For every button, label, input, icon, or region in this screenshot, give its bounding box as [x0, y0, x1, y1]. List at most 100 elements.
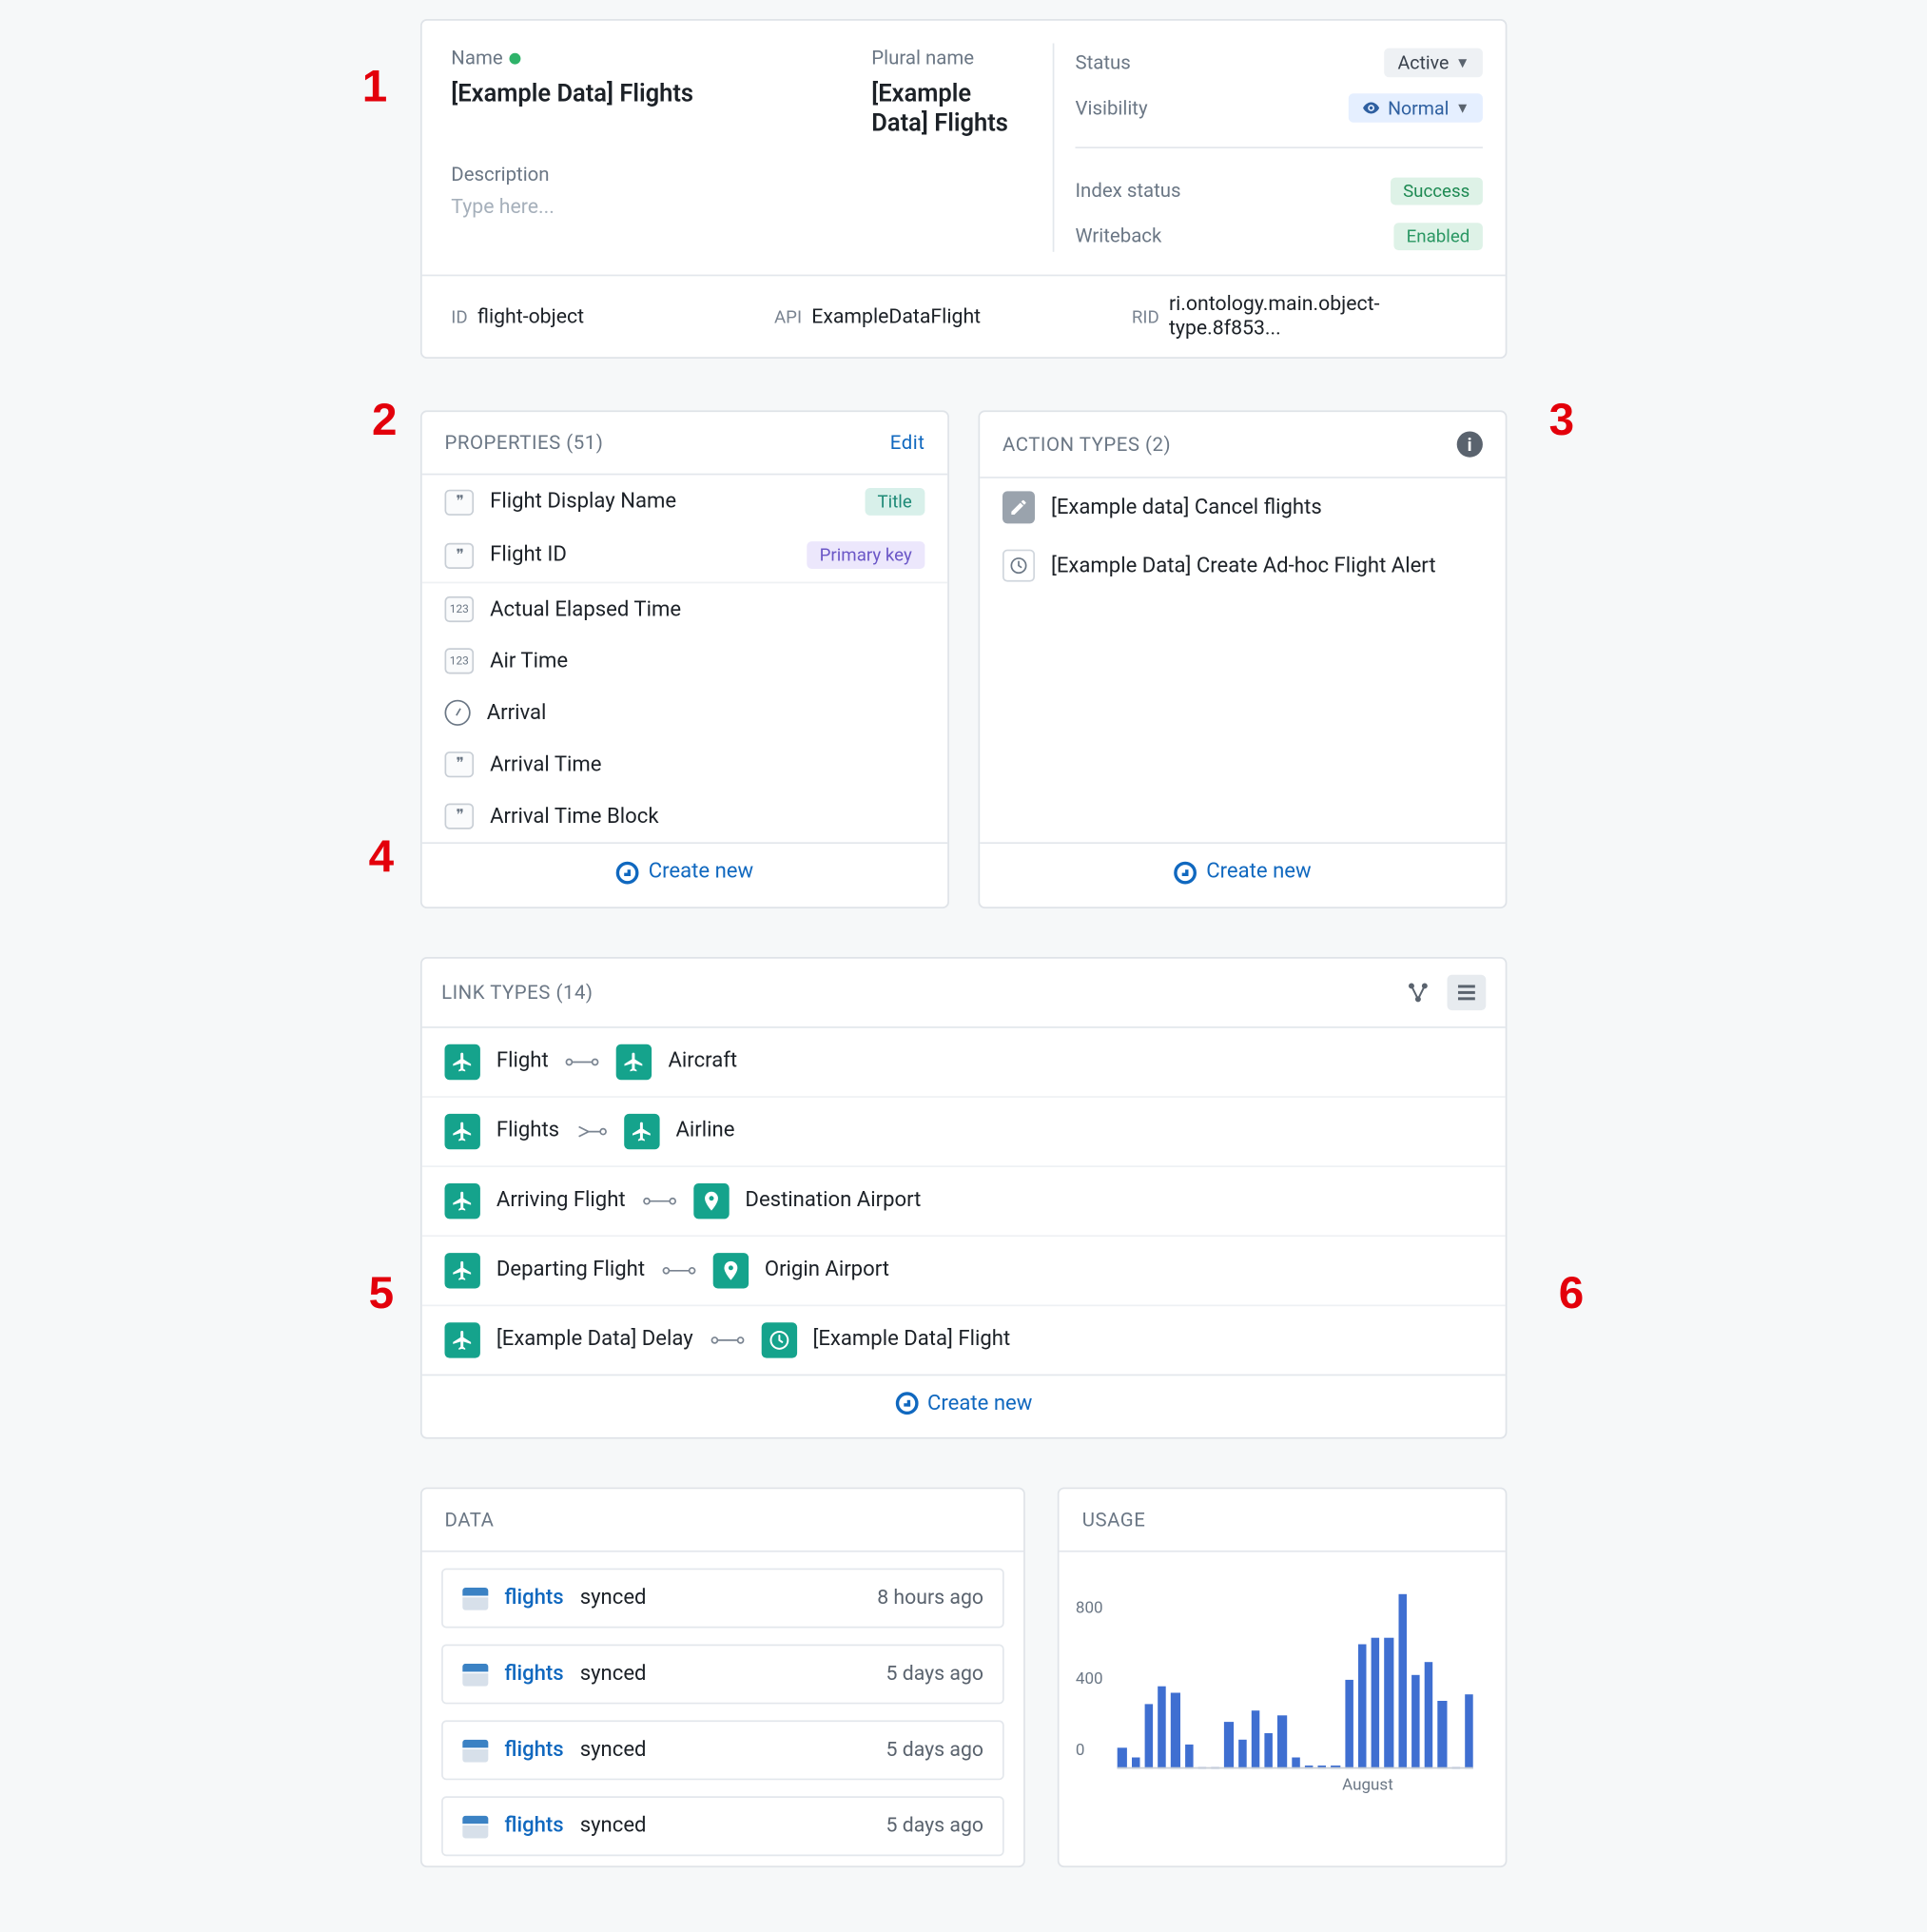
visibility-label: Visibility — [1076, 97, 1148, 120]
data-sync-row[interactable]: flights synced 8 hours ago — [441, 1569, 1004, 1629]
view-list-button[interactable] — [1448, 974, 1487, 1009]
api-value[interactable]: ExampleDataFlight — [811, 304, 981, 329]
plural-label: Plural name — [871, 47, 1023, 69]
visibility-dropdown[interactable]: Normal▼ — [1349, 93, 1483, 123]
number-type-icon: 123 — [445, 648, 475, 673]
usage-bar — [1372, 1637, 1380, 1768]
y-tick: 400 — [1076, 1671, 1103, 1689]
link-cardinality-icon — [565, 1053, 600, 1069]
property-label: Flight ID — [490, 543, 567, 568]
plane-icon — [616, 1044, 652, 1079]
link-row[interactable]: [Example Data] Delay[Example Data] Fligh… — [422, 1304, 1506, 1374]
id-label: ID — [451, 306, 467, 327]
link-left-label: Flights — [496, 1119, 559, 1143]
string-type-icon: ❞ — [445, 489, 475, 515]
usage-bar — [1237, 1740, 1246, 1768]
dataset-link[interactable]: flights — [504, 1814, 563, 1839]
data-sync-row[interactable]: flightssynced5 days ago — [441, 1720, 1004, 1780]
link-types-title: LINK TYPES (14) — [441, 981, 593, 1004]
plane-icon — [445, 1321, 480, 1356]
plural-value[interactable]: [Example Data] Flights — [871, 79, 1023, 137]
dataset-link[interactable]: flights — [504, 1586, 563, 1610]
usage-bar — [1264, 1733, 1273, 1768]
plane-icon — [624, 1113, 659, 1148]
name-value[interactable]: [Example Data] Flights — [451, 79, 774, 108]
alert-action-icon — [1002, 550, 1035, 582]
sync-status: synced — [580, 1586, 647, 1610]
properties-card: PROPERTIES (51) Edit ❞Flight Display Nam… — [420, 410, 949, 907]
property-row[interactable]: ❞Flight Display NameTitle — [422, 475, 948, 528]
properties-edit-link[interactable]: Edit — [890, 432, 925, 455]
api-label: API — [774, 306, 802, 327]
link-right-label: Airline — [675, 1119, 734, 1143]
usage-title: USAGE — [1082, 1509, 1146, 1532]
property-label: Air Time — [490, 649, 568, 673]
action-types-title: ACTION TYPES (2) — [1002, 433, 1171, 456]
status-dropdown[interactable]: Active▼ — [1385, 49, 1483, 78]
description-input[interactable]: Type here... — [451, 195, 1023, 220]
usage-bar — [1224, 1723, 1233, 1769]
property-row[interactable]: ❞ Flight ID Primary key — [422, 529, 948, 582]
property-label: Arrival — [487, 701, 547, 726]
property-row[interactable]: 123 Actual Elapsed Time — [422, 582, 948, 635]
id-value[interactable]: flight-object — [477, 304, 584, 329]
marker-5: 5 — [369, 1267, 394, 1318]
sync-time: 5 days ago — [886, 1662, 984, 1687]
property-row[interactable]: ❞ Arrival Time Block — [422, 790, 948, 842]
property-row[interactable]: Arrival — [422, 687, 948, 738]
usage-bar — [1438, 1701, 1447, 1768]
rid-value[interactable]: ri.ontology.main.object-type.8f853... — [1169, 292, 1476, 341]
edit-action-icon — [1002, 491, 1035, 523]
string-type-icon: ❞ — [445, 804, 475, 829]
sync-time: 5 days ago — [886, 1814, 984, 1839]
number-type-icon: 123 — [445, 596, 475, 622]
marker-6: 6 — [1559, 1267, 1584, 1318]
pin-icon — [693, 1182, 729, 1218]
usage-card: USAGE 0400800 August — [1058, 1488, 1507, 1868]
rid-label: RID — [1132, 306, 1159, 327]
view-graph-button[interactable] — [1399, 974, 1438, 1009]
property-badge: Title — [865, 488, 925, 516]
link-right-label: Destination Airport — [745, 1188, 921, 1213]
link-row[interactable]: FlightAircraft — [422, 1027, 1506, 1095]
data-sync-row[interactable]: flightssynced5 days ago — [441, 1796, 1004, 1856]
writeback-badge: Enabled — [1393, 222, 1483, 249]
dataset-link[interactable]: flights — [504, 1662, 563, 1687]
info-icon[interactable]: i — [1457, 432, 1483, 458]
writeback-label: Writeback — [1076, 224, 1162, 247]
properties-create-button[interactable]: Create new — [616, 860, 753, 885]
link-row[interactable]: Flights Airline — [422, 1095, 1506, 1164]
link-row[interactable]: Departing FlightOrigin Airport — [422, 1235, 1506, 1304]
property-badge: Primary key — [807, 541, 925, 569]
timestamp-type-icon — [445, 700, 471, 726]
index-status-label: Index status — [1076, 179, 1181, 202]
y-tick: 800 — [1076, 1600, 1103, 1618]
data-sync-row[interactable]: flightssynced5 days ago — [441, 1645, 1004, 1705]
property-row[interactable]: 123 Air Time — [422, 635, 948, 687]
sync-time: 8 hours ago — [877, 1586, 983, 1610]
action-row[interactable]: [Example Data] Create Ad-hoc Flight Aler… — [980, 537, 1506, 595]
links-create-button[interactable]: Create new — [895, 1391, 1032, 1415]
link-row[interactable]: Arriving Flight Destination Airport — [422, 1164, 1506, 1234]
index-status-badge: Success — [1390, 177, 1482, 205]
property-label: Actual Elapsed Time — [490, 597, 681, 622]
dataset-icon — [462, 1739, 488, 1762]
plane-icon — [445, 1044, 480, 1079]
dataset-link[interactable]: flights — [504, 1738, 563, 1763]
usage-bar — [1277, 1715, 1286, 1768]
marker-2: 2 — [372, 394, 397, 445]
property-label: Arrival Time Block — [490, 804, 658, 829]
data-card: DATA flightssynced8 hours agoflightssync… — [420, 1488, 1025, 1868]
link-left-label: Arriving Flight — [496, 1188, 626, 1213]
property-row[interactable]: ❞Arrival Time — [422, 739, 948, 790]
sync-time: 5 days ago — [886, 1738, 984, 1763]
plane-icon — [445, 1252, 480, 1287]
string-type-icon: ❞ — [445, 542, 475, 568]
name-label: Name — [451, 47, 774, 69]
link-cardinality-icon — [710, 1332, 745, 1348]
usage-bar — [1385, 1637, 1393, 1768]
actions-create-button[interactable]: Create new — [1174, 860, 1311, 885]
eye-icon — [1362, 98, 1381, 117]
action-row[interactable]: [Example data] Cancel flights — [980, 478, 1506, 537]
caret-down-icon: ▼ — [1455, 54, 1470, 72]
